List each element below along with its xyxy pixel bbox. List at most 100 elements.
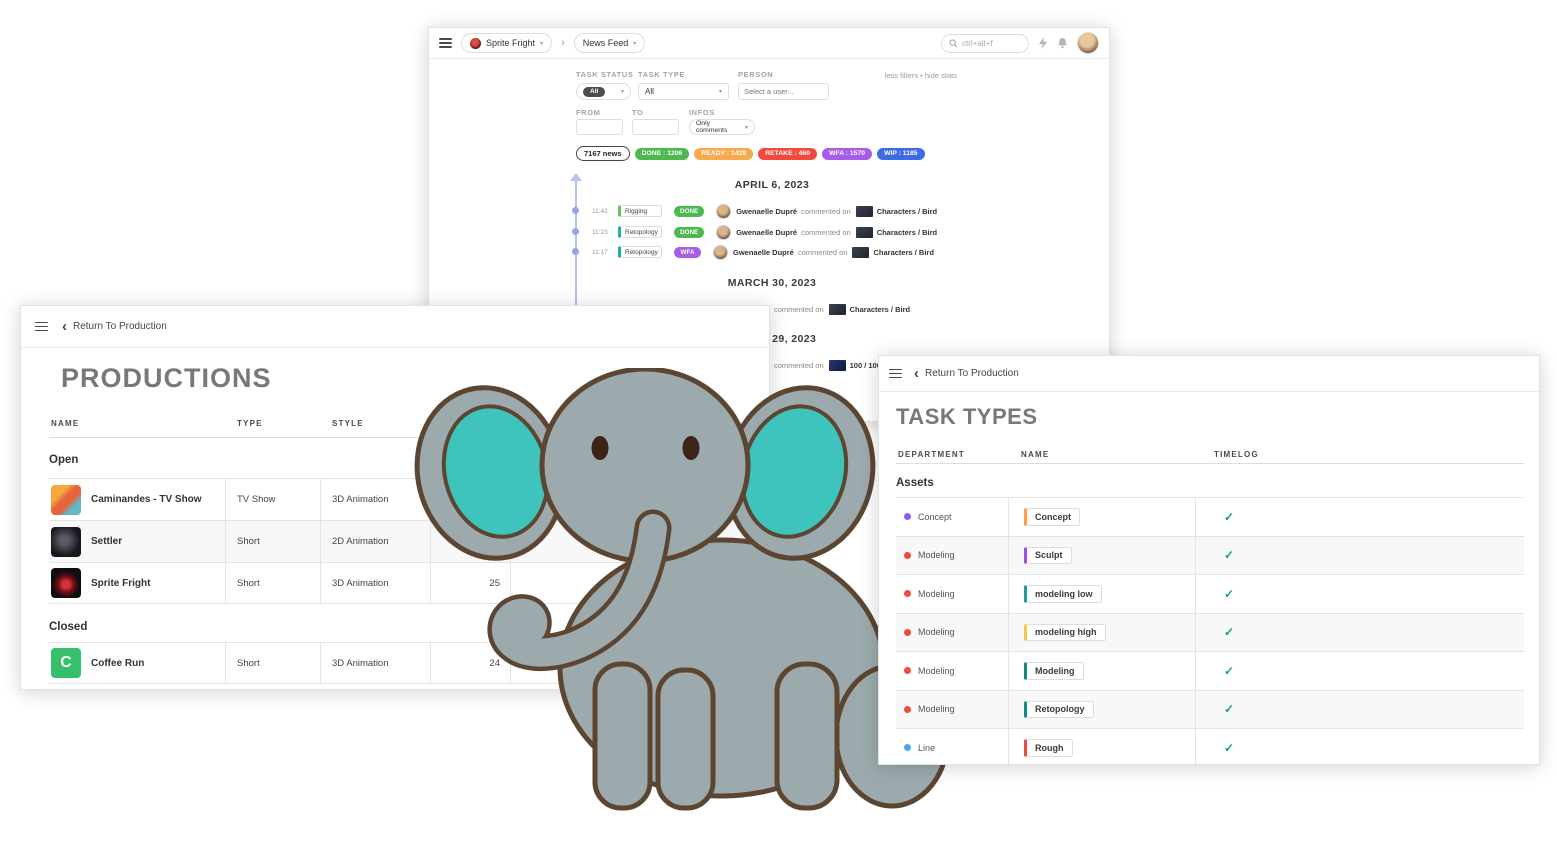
task-type-row[interactable]: Modeling Modeling ✓ — [896, 651, 1524, 690]
production-extra-cell — [511, 521, 771, 562]
person-link[interactable]: Gwenaelle Dupré — [736, 207, 797, 216]
task-type-chip: Retopology — [618, 246, 662, 258]
back-link[interactable]: ‹ Return To Production — [914, 368, 1019, 379]
chevron-down-icon: ▾ — [621, 88, 624, 95]
department-name: Concept — [918, 512, 952, 522]
status-stat-badge: WFA : 1570 — [822, 148, 872, 160]
news-entry[interactable]: 11:42 Rigging DONE Gwenaelle Dupré comme… — [592, 201, 937, 221]
status-stat-badge: DONE : 1206 — [635, 148, 690, 160]
production-thumbnail: C — [51, 648, 81, 678]
timelog-check-icon: ✓ — [1224, 741, 1234, 755]
person-input[interactable] — [738, 83, 829, 100]
task-types-window: ‹ Return To Production TASK TYPES DEPART… — [878, 355, 1540, 765]
news-entry-partial[interactable]: commented on Characters / Bird — [774, 299, 910, 319]
department-dot — [904, 513, 911, 520]
production-thumbnail — [51, 527, 81, 557]
menu-icon[interactable] — [35, 319, 48, 333]
production-thumbnail — [51, 485, 81, 515]
status-stat-badge: WIP : 1185 — [877, 148, 925, 160]
production-extra-cell — [511, 563, 771, 603]
production-row[interactable]: Settler Short 2D Animation 24 — [49, 520, 771, 562]
chevron-left-icon: ‹ — [914, 369, 919, 379]
task-type-row[interactable]: Modeling modeling high ✓ — [896, 613, 1524, 652]
news-entry[interactable]: 11:17 Retopology WFA Gwenaelle Dupré com… — [592, 242, 934, 262]
news-stats: 7167 news DONE : 1206 READY : 1429 RETAK… — [576, 146, 925, 161]
task-status-value: All — [583, 87, 605, 97]
department-name: Modeling — [918, 627, 955, 637]
production-row[interactable]: Caminandes - TV Show TV Show 3D Animatio… — [49, 478, 771, 520]
entity-thumbnail — [852, 247, 869, 258]
column-header-department: DEPARTMENT — [898, 450, 965, 459]
task-type-row[interactable]: Concept Concept ✓ — [896, 497, 1524, 536]
timelog-check-icon: ✓ — [1224, 587, 1234, 601]
task-type-row[interactable]: Line Rough ✓ — [896, 728, 1524, 765]
column-header-name: NAME — [51, 419, 79, 428]
notifications-bell-icon[interactable] — [1057, 37, 1068, 49]
menu-icon[interactable] — [889, 366, 902, 380]
entity-link[interactable]: Characters / Bird — [850, 305, 910, 314]
user-avatar[interactable] — [1077, 32, 1099, 54]
section-closed-label: Closed — [49, 621, 87, 633]
search-input[interactable]: ctrl+alt+f — [941, 34, 1029, 53]
production-type: Short — [226, 643, 321, 683]
section-open-label: Open — [49, 454, 78, 466]
filters-toggle-link[interactable]: less filters • hide stats — [885, 71, 957, 80]
page-name: News Feed — [583, 38, 629, 48]
task-type-label: TASK TYPE — [638, 70, 685, 79]
column-header-style: STYLE — [332, 419, 364, 428]
task-status-label: TASK STATUS — [576, 70, 633, 79]
task-type-select[interactable]: All ▾ — [638, 83, 729, 100]
section-assets-label: Assets — [896, 477, 934, 489]
entry-action: commented on — [801, 228, 851, 237]
news-total-badge: 7167 news — [576, 146, 630, 161]
task-type-row[interactable]: Modeling Retopology ✓ — [896, 690, 1524, 729]
production-row[interactable]: CCoffee Run Short 3D Animation 24 — [49, 642, 771, 684]
news-entry[interactable]: 11:23 Retopology DONE Gwenaelle Dupré co… — [592, 222, 937, 242]
task-type-chip: Modeling — [1024, 662, 1084, 680]
entity-link[interactable]: Characters / Bird — [877, 228, 937, 237]
from-date-input[interactable] — [576, 119, 623, 135]
person-link[interactable]: Gwenaelle Dupré — [733, 248, 794, 257]
production-type: TV Show — [226, 479, 321, 520]
to-date-input[interactable] — [632, 119, 679, 135]
entity-thumbnail — [829, 360, 846, 371]
avatar — [716, 225, 731, 240]
screenshot-canvas: Sprite Fright ▾ › News Feed ▾ ctrl+alt+f… — [0, 0, 1557, 850]
timeline-date: APRIL 6, 2023 — [576, 179, 968, 191]
from-label: FROM — [576, 108, 600, 117]
entry-action: commented on — [774, 361, 824, 370]
column-header-type: TYPE — [237, 419, 263, 428]
entity-link[interactable]: Characters / Bird — [873, 248, 933, 257]
task-status-select[interactable]: All ▾ — [576, 83, 631, 100]
entry-action: commented on — [801, 207, 851, 216]
timeline-dot — [572, 228, 579, 235]
person-link[interactable]: Gwenaelle Dupré — [736, 228, 797, 237]
search-placeholder: ctrl+alt+f — [962, 39, 993, 48]
person-label: PERSON — [738, 70, 773, 79]
task-type-value: All — [645, 87, 654, 96]
status-stat-badge: READY : 1429 — [694, 148, 753, 160]
timeline-dot — [572, 207, 579, 214]
entry-time: 11:23 — [592, 229, 618, 236]
menu-icon[interactable] — [439, 36, 452, 50]
entity-link[interactable]: Characters / Bird — [877, 207, 937, 216]
production-select[interactable]: Sprite Fright ▾ — [461, 33, 552, 53]
page-select[interactable]: News Feed ▾ — [574, 33, 646, 53]
status-badge: DONE — [674, 227, 704, 238]
task-type-row[interactable]: Modeling modeling low ✓ — [896, 574, 1524, 613]
entity-thumbnail — [829, 304, 846, 315]
quick-action-icon[interactable] — [1038, 37, 1048, 49]
timelog-check-icon: ✓ — [1224, 548, 1234, 562]
production-style: 3D Animation — [321, 563, 431, 603]
production-fps — [431, 479, 511, 520]
entity-thumbnail — [856, 206, 873, 217]
entity-link[interactable]: 100 / 100 — [850, 361, 881, 370]
infos-select[interactable]: Only comments ▾ — [689, 119, 755, 135]
chevron-left-icon: ‹ — [62, 322, 67, 332]
task-type-row[interactable]: Modeling Sculpt ✓ — [896, 536, 1524, 575]
news-entry-partial[interactable]: commented on 100 / 100 — [774, 355, 881, 375]
timelog-check-icon: ✓ — [1224, 625, 1234, 639]
back-link-label: Return To Production — [925, 368, 1019, 379]
back-link[interactable]: ‹ Return To Production — [62, 321, 167, 332]
production-row[interactable]: Sprite Fright Short 3D Animation 25 — [49, 562, 771, 604]
